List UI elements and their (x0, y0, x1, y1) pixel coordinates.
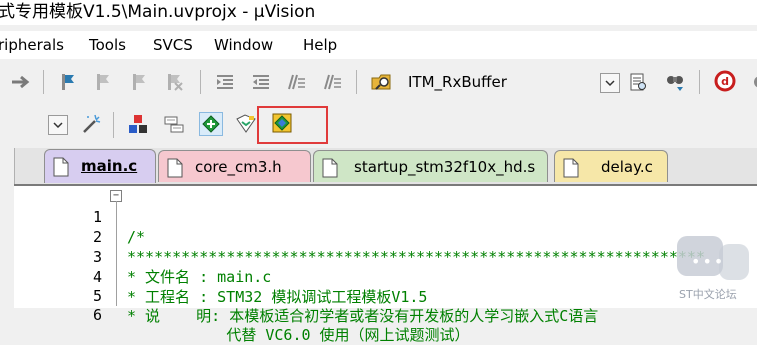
tab-main-c[interactable]: main.c (44, 149, 156, 183)
tab-core-cm3-h[interactable]: core_cm3.h (158, 150, 311, 182)
toolbar-options-dropdown[interactable] (48, 115, 68, 135)
configure-icon[interactable] (745, 71, 757, 93)
menu-help[interactable]: Help (303, 31, 337, 59)
code-text: 代替 VC6.0 使用（网上试题测试） (127, 326, 470, 344)
chat-bubble-icon: ••• (677, 236, 723, 276)
code-text: * 说 明: 本模板适合初学者或者没有开发板的人学习嵌入式C语言 (127, 307, 599, 325)
comment-selection-icon[interactable] (285, 71, 307, 93)
file-icon (167, 157, 183, 178)
menu-window[interactable]: Window (214, 31, 273, 59)
forum-watermark: ••• ST中文论坛 (673, 236, 753, 304)
code-line: 2 **************************************… (0, 207, 705, 266)
code-text: * 文件名 : main.c (127, 268, 272, 286)
line-number: 1 (92, 208, 102, 226)
line-number: 4 (92, 268, 102, 286)
navigate-forward-icon[interactable] (10, 71, 32, 93)
menu-peripherals[interactable]: ripherals (0, 31, 64, 59)
tab-label: delay.c (601, 158, 653, 176)
next-bookmark-icon[interactable] (128, 71, 150, 93)
find-in-files-icon[interactable] (370, 70, 392, 92)
line-number: 5 (92, 287, 102, 305)
tab-label: main.c (81, 157, 138, 175)
tab-label: startup_stm32f10x_hd.s (354, 158, 536, 176)
highlight-box (257, 106, 328, 144)
code-text: ****************************************… (127, 248, 705, 266)
toolbar-separator (356, 70, 357, 94)
code-line: 1 /* (0, 187, 145, 246)
uncomment-selection-icon[interactable] (321, 71, 343, 93)
debug-session-icon[interactable]: d (714, 70, 736, 92)
templates-window-icon[interactable] (235, 113, 257, 135)
svg-text:d: d (721, 75, 729, 88)
code-line: 5 * 说 明: 本模板适合初学者或者没有开发板的人学习嵌入式C语言 (0, 266, 598, 325)
books-window-icon[interactable] (163, 113, 185, 135)
line-number: 6 (92, 306, 102, 324)
insert-bookmark-icon[interactable] (57, 71, 79, 93)
indent-icon[interactable] (214, 71, 236, 93)
line-number: 3 (92, 248, 102, 266)
functions-window-icon[interactable] (199, 112, 223, 136)
menu-bar: ripherals Tools SVCS Window Help (0, 31, 757, 59)
file-icon (322, 157, 338, 178)
code-line: 6 代替 VC6.0 使用（网上试题测试） (0, 285, 470, 344)
code-text: /* (127, 228, 146, 246)
file-icon (53, 156, 69, 177)
previous-bookmark-icon[interactable] (92, 71, 114, 93)
window-title: 式专用模板V1.5\Main.uvprojx - µVision (0, 2, 316, 22)
code-line: 4 * 工程名 : STM32 模拟调试工程模板V1.5 (0, 247, 428, 306)
find-replace-icon[interactable] (664, 71, 686, 93)
toolbar-separator (113, 112, 114, 138)
menu-tools[interactable]: Tools (89, 31, 126, 59)
line-number: 2 (92, 228, 102, 246)
tab-startup-s[interactable]: startup_stm32f10x_hd.s (313, 150, 548, 182)
toolbar-separator (43, 70, 44, 94)
code-line: 3 * 文件名 : main.c (0, 227, 271, 286)
tab-label: core_cm3.h (195, 158, 282, 176)
find-combo-dropdown[interactable] (600, 73, 620, 93)
menu-svcs[interactable]: SVCS (153, 31, 193, 59)
tab-delay-c[interactable]: delay.c (554, 150, 668, 182)
file-icon (563, 157, 579, 178)
incremental-find-icon[interactable] (627, 71, 649, 93)
unindent-icon[interactable] (250, 71, 272, 93)
toolbar-separator (200, 70, 201, 94)
fold-guide (116, 201, 117, 306)
find-combo-value[interactable]: ITM_RxBuffer (408, 70, 507, 94)
code-text: * 工程名 : STM32 模拟调试工程模板V1.5 (127, 288, 428, 306)
project-window-icon[interactable] (127, 113, 149, 135)
wizard-icon[interactable] (80, 113, 102, 135)
watermark-text: ST中文论坛 (679, 288, 737, 301)
toolbar-separator (699, 70, 700, 94)
title-bar: 式专用模板V1.5\Main.uvprojx - µVision (0, 0, 757, 25)
clear-bookmarks-icon[interactable] (163, 71, 185, 93)
